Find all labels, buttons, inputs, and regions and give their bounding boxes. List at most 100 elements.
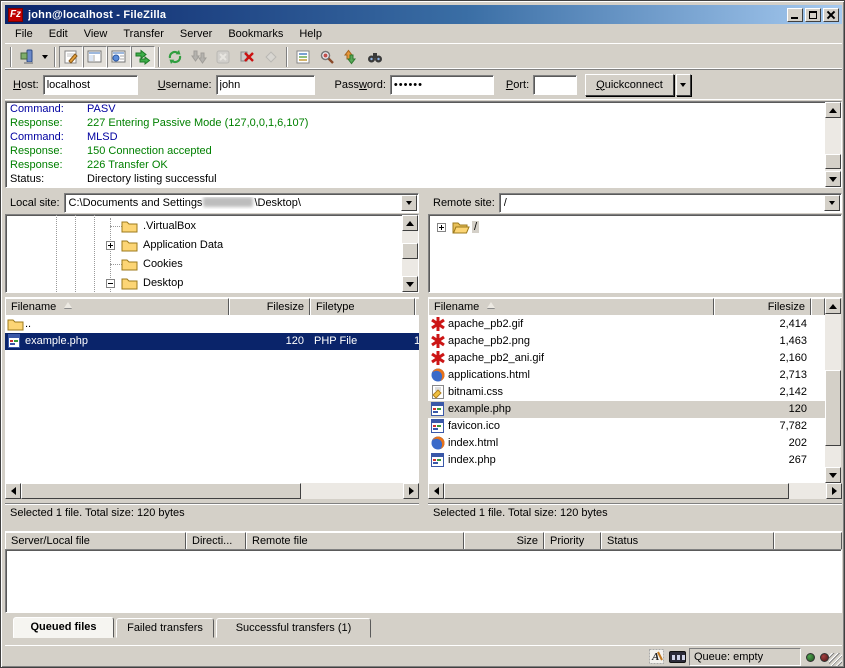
file-row[interactable]: favicon.ico 7,782 — [428, 418, 825, 435]
menu-help[interactable]: Help — [291, 26, 330, 42]
local-site-combobox[interactable]: C:\Documents and Settings\Desktop\ — [64, 193, 419, 213]
directory-comparison-button[interactable] — [315, 46, 339, 68]
tab-successful-transfers[interactable]: Successful transfers (1) — [216, 618, 371, 638]
file-row[interactable]: index.php 267 — [428, 452, 825, 469]
file-row[interactable]: apache_pb2_ani.gif 2,160 — [428, 350, 825, 367]
menu-view[interactable]: View — [76, 26, 116, 42]
arrow-left-icon — [11, 487, 16, 495]
scroll-thumb[interactable] — [21, 483, 301, 499]
column-header-status[interactable]: Status — [601, 532, 774, 549]
chevron-down-icon — [829, 201, 835, 205]
site-manager-dropdown[interactable] — [39, 46, 51, 68]
toggle-remote-tree-button[interactable] — [107, 46, 131, 68]
toggle-local-tree-button[interactable] — [83, 46, 107, 68]
menu-server[interactable]: Server — [172, 26, 220, 42]
cancel-operation-button[interactable] — [211, 46, 235, 68]
remote-root-label[interactable]: / — [472, 221, 479, 233]
refresh-button[interactable] — [163, 46, 187, 68]
tree-item-root[interactable]: / — [429, 218, 841, 237]
scroll-thumb[interactable] — [825, 154, 841, 169]
remote-hscrollbar[interactable] — [428, 483, 842, 499]
menu-bookmarks[interactable]: Bookmarks — [220, 26, 291, 42]
scroll-left-button[interactable] — [428, 483, 444, 499]
file-row[interactable]: bitnami.css 2,142 — [428, 384, 825, 401]
expand-icon[interactable] — [437, 223, 446, 232]
local-tree: .VirtualBox Application Data Cookies Des… — [5, 214, 419, 293]
file-row[interactable]: apache_pb2.png 1,463 — [428, 333, 825, 350]
password-input[interactable] — [390, 75, 494, 95]
expand-icon[interactable] — [106, 241, 115, 250]
menu-file[interactable]: File — [7, 26, 41, 42]
menu-bar: File Edit View Transfer Server Bookmarks… — [5, 24, 842, 44]
resize-grip[interactable] — [829, 653, 842, 666]
minimize-button[interactable] — [787, 8, 803, 22]
column-header-filename[interactable]: Filename — [428, 298, 714, 315]
column-header-filesize[interactable]: Filesize — [714, 298, 811, 315]
file-row[interactable]: index.html 202 — [428, 435, 825, 452]
column-header-priority[interactable]: Priority — [544, 532, 601, 549]
column-header-size[interactable]: Size — [464, 532, 544, 549]
column-header-modified[interactable]: L — [415, 298, 419, 315]
username-input[interactable] — [216, 75, 315, 95]
site-manager-button[interactable] — [15, 46, 39, 68]
quickconnect-button[interactable]: Quickconnect — [585, 74, 674, 96]
process-queue-button[interactable] — [187, 46, 211, 68]
file-row-parent[interactable]: .. — [5, 316, 419, 333]
tree-item-application-data[interactable]: Application Data — [6, 236, 418, 255]
column-header-direction[interactable]: Directi... — [186, 532, 246, 549]
quickconnect-dropdown[interactable] — [676, 74, 691, 96]
column-header-filename[interactable]: Filename — [5, 298, 229, 315]
log-scrollbar[interactable] — [825, 102, 841, 187]
scroll-thumb[interactable] — [402, 243, 418, 259]
scroll-up-button[interactable] — [402, 215, 418, 231]
maximize-button[interactable] — [805, 8, 821, 22]
tree-item-desktop[interactable]: Desktop — [6, 274, 418, 293]
local-tree-scrollbar[interactable] — [402, 215, 418, 292]
reconnect-button[interactable] — [259, 46, 283, 68]
local-site-dropdown[interactable] — [401, 195, 417, 211]
menu-transfer[interactable]: Transfer — [115, 26, 172, 42]
scroll-left-button[interactable] — [5, 483, 21, 499]
collapse-icon[interactable] — [106, 279, 115, 288]
scroll-down-button[interactable] — [825, 467, 841, 483]
file-row[interactable]: apache_pb2.gif 2,414 — [428, 316, 825, 333]
scroll-down-button[interactable] — [402, 276, 418, 292]
tab-queued-files[interactable]: Queued files — [13, 617, 114, 638]
remote-site-combobox[interactable]: / — [499, 193, 842, 213]
html-file-icon — [430, 367, 446, 383]
toolbar-separator — [158, 47, 160, 67]
host-input[interactable] — [43, 75, 138, 95]
remote-list-scrollbar[interactable] — [825, 298, 841, 483]
column-header-filesize[interactable]: Filesize — [229, 298, 310, 315]
file-row[interactable]: applications.html 2,713 — [428, 367, 825, 384]
toolbar-separator — [54, 47, 56, 67]
scroll-right-button[interactable] — [403, 483, 419, 499]
tab-failed-transfers[interactable]: Failed transfers — [116, 618, 214, 638]
chevron-down-icon — [42, 55, 48, 59]
scroll-down-button[interactable] — [825, 171, 841, 187]
scroll-thumb[interactable] — [825, 370, 841, 446]
disconnect-button[interactable] — [235, 46, 259, 68]
scroll-up-button[interactable] — [825, 298, 841, 314]
tree-item-virtualbox[interactable]: .VirtualBox — [6, 217, 418, 236]
synchronized-browsing-button[interactable] — [339, 46, 363, 68]
column-header-local-file[interactable]: Server/Local file — [5, 532, 186, 549]
menu-edit[interactable]: Edit — [41, 26, 76, 42]
log-line: Response:226 Transfer OK — [6, 158, 841, 172]
toggle-message-log-button[interactable] — [59, 46, 83, 68]
local-hscrollbar[interactable] — [5, 483, 419, 499]
file-row-selected[interactable]: example.php 120 — [428, 401, 825, 418]
filter-button[interactable] — [291, 46, 315, 68]
close-button[interactable] — [823, 8, 839, 22]
scroll-up-button[interactable] — [825, 102, 841, 118]
tree-item-cookies[interactable]: Cookies — [6, 255, 418, 274]
column-header-remote-file[interactable]: Remote file — [246, 532, 464, 549]
port-input[interactable] — [533, 75, 577, 95]
column-header-filetype[interactable]: Filetype — [310, 298, 415, 315]
remote-site-dropdown[interactable] — [824, 195, 840, 211]
toggle-transfer-queue-button[interactable] — [131, 46, 155, 68]
file-row-selected[interactable]: example.php 120 PHP File 1 — [5, 333, 419, 350]
scroll-right-button[interactable] — [826, 483, 842, 499]
find-files-button[interactable] — [363, 46, 387, 68]
scroll-thumb[interactable] — [444, 483, 789, 499]
